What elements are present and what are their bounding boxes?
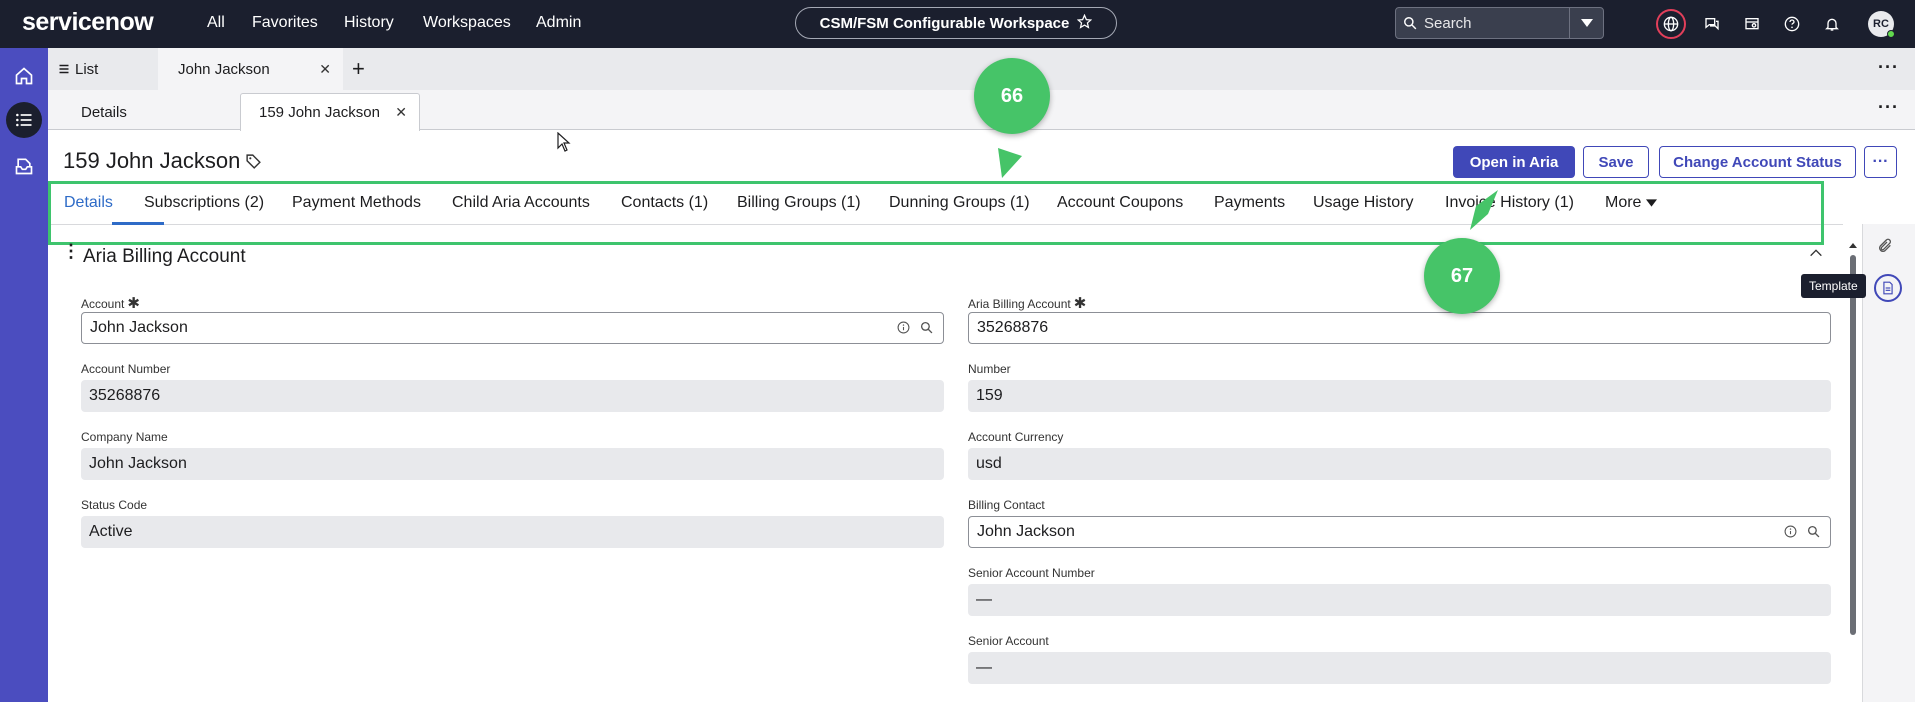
change-account-status-button[interactable]: Change Account Status — [1659, 146, 1856, 178]
online-status-dot — [1887, 30, 1895, 38]
senior-account-label: Senior Account — [968, 634, 1049, 648]
account-number-label: Account Number — [81, 362, 171, 376]
account-currency-label: Account Currency — [968, 430, 1064, 444]
tabs-highlight-box — [48, 181, 1824, 245]
account-number-field: 35268876 — [81, 380, 944, 412]
left-rail — [0, 48, 48, 702]
bell-icon[interactable] — [1819, 11, 1845, 37]
search-icon[interactable] — [920, 321, 933, 334]
section-title: Aria Billing Account — [83, 246, 246, 267]
template-tooltip: Template — [1801, 274, 1866, 298]
account-label: Account ✱ — [81, 295, 140, 312]
senior-account-field: — — [968, 652, 1831, 684]
company-name-label: Company Name — [81, 430, 168, 444]
more-actions-button[interactable]: ··· — [1864, 146, 1897, 178]
workspace-name: CSM/FSM Configurable Workspace — [819, 14, 1070, 32]
account-field[interactable]: John Jackson — [81, 312, 944, 344]
list-icon[interactable] — [6, 102, 42, 138]
inbox-icon[interactable] — [1739, 11, 1765, 37]
open-in-aria-button[interactable]: Open in Aria — [1453, 146, 1575, 178]
billing-contact-label: Billing Contact — [968, 498, 1045, 512]
add-tab-button[interactable]: + — [352, 48, 365, 90]
number-label: Number — [968, 362, 1011, 376]
info-icon[interactable] — [1784, 525, 1797, 538]
number-field: 159 — [968, 380, 1831, 412]
list-icon — [59, 64, 69, 74]
scrollbar-thumb[interactable] — [1850, 255, 1856, 635]
status-code-field: Active — [81, 516, 944, 548]
nav-history[interactable]: History — [344, 14, 394, 32]
account-currency-field: usd — [968, 448, 1831, 480]
callout-67: 67 — [1424, 238, 1500, 314]
nav-workspaces[interactable]: Workspaces — [423, 14, 511, 32]
callout-67-arrow — [1470, 190, 1498, 230]
chevron-up-icon[interactable] — [1808, 245, 1824, 266]
more-options-icon[interactable]: ··· — [1878, 57, 1899, 78]
nav-all[interactable]: All — [207, 14, 225, 32]
tab-john-jackson[interactable]: John Jackson ✕ — [158, 48, 343, 90]
status-code-label: Status Code — [81, 498, 148, 512]
company-name-field: John Jackson — [81, 448, 944, 480]
record-title: 159 John Jackson — [63, 148, 241, 173]
close-icon[interactable]: ✕ — [319, 61, 331, 78]
tag-icon[interactable] — [245, 153, 262, 175]
tab-159-john-jackson[interactable]: 159 John Jackson ✕ — [240, 93, 420, 131]
more-options-icon[interactable]: ··· — [1878, 97, 1899, 118]
global-search[interactable]: Search — [1395, 7, 1604, 39]
aria-billing-account-label: Aria Billing Account ✱ — [968, 295, 1087, 312]
search-icon[interactable] — [1807, 525, 1820, 538]
senior-account-number-field: — — [968, 584, 1831, 616]
tab-details[interactable]: Details — [81, 93, 127, 131]
servicenow-logo[interactable]: servicenow — [22, 8, 154, 37]
callout-66: 66 — [974, 58, 1050, 134]
tab-label: List — [75, 60, 99, 78]
attachment-icon[interactable] — [1877, 238, 1893, 259]
billing-contact-field[interactable]: John Jackson — [968, 516, 1831, 548]
search-icon — [1396, 16, 1424, 30]
template-icon[interactable] — [1874, 274, 1902, 302]
home-icon[interactable] — [6, 58, 42, 94]
nav-favorites[interactable]: Favorites — [252, 14, 318, 32]
user-avatar[interactable]: RC — [1868, 11, 1895, 38]
inbox-tray-icon[interactable] — [6, 148, 42, 184]
help-icon[interactable] — [1779, 11, 1805, 37]
save-button[interactable]: Save — [1583, 146, 1649, 178]
close-icon[interactable]: ✕ — [395, 104, 407, 121]
search-scope-dropdown[interactable] — [1569, 8, 1603, 38]
info-icon[interactable] — [897, 321, 910, 334]
tab-list[interactable]: List — [58, 48, 98, 90]
senior-account-number-label: Senior Account Number — [968, 566, 1095, 580]
aria-billing-account-field[interactable]: 35268876 — [968, 312, 1831, 344]
globe-icon[interactable] — [1656, 9, 1686, 39]
mouse-cursor-icon — [557, 132, 571, 152]
callout-66-arrow — [998, 148, 1022, 178]
top-navigation: servicenow All Favorites History Workspa… — [0, 0, 1915, 48]
tab-label: John Jackson — [178, 60, 270, 78]
workspace-selector[interactable]: CSM/FSM Configurable Workspace — [795, 7, 1117, 39]
nav-admin[interactable]: Admin — [536, 14, 581, 32]
chat-icon[interactable] — [1699, 11, 1725, 37]
star-icon[interactable] — [1077, 13, 1093, 33]
search-input[interactable]: Search — [1424, 15, 1569, 32]
section-menu-icon[interactable]: ⋮ — [62, 242, 80, 260]
